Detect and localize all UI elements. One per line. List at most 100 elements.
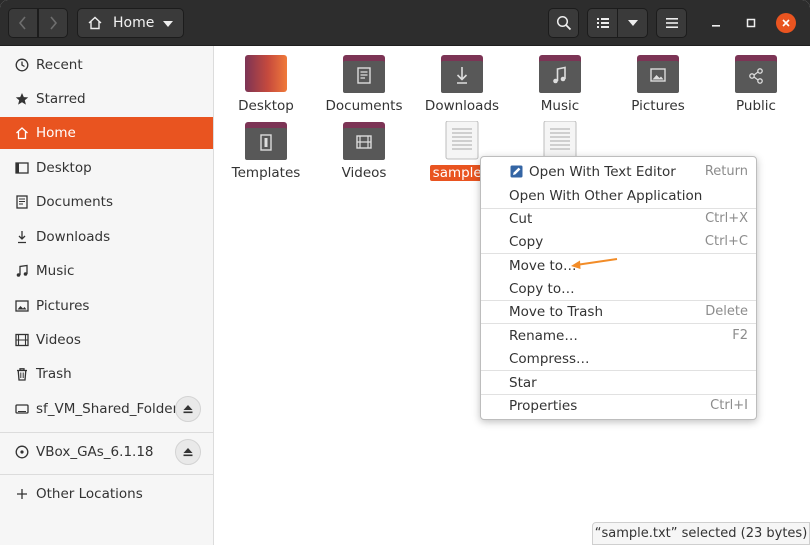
menu-item-copy-to[interactable]: Copy to…: [481, 277, 756, 300]
menu-item-rename[interactable]: Rename… F2: [481, 324, 756, 347]
sidebar-item-starred[interactable]: Starred: [0, 83, 213, 115]
main-menu-button[interactable]: [656, 8, 687, 38]
menu-item-label: Open With Text Editor: [529, 163, 676, 180]
sidebar-item-downloads[interactable]: Downloads: [0, 221, 213, 253]
sidebar-item-recent[interactable]: Recent: [0, 49, 213, 81]
sidebar-item-label: Trash: [36, 366, 72, 382]
menu-item-accel: Return: [704, 164, 748, 179]
sidebar-item-label: Home: [36, 125, 76, 141]
chevron-left-icon: [18, 16, 26, 30]
sidebar-item-shared-folder[interactable]: sf_VM_Shared_Folder: [0, 393, 213, 425]
maximize-icon: [746, 18, 756, 28]
chevron-down-icon: [163, 21, 173, 27]
menu-item-label: Star: [509, 374, 537, 391]
sidebar-separator: [0, 474, 213, 475]
file-item-downloads[interactable]: Downloads: [413, 54, 511, 116]
menu-item-accel: Ctrl+I: [710, 398, 748, 413]
view-options-button[interactable]: [617, 8, 648, 38]
file-label: Downloads: [424, 98, 500, 114]
file-item-music[interactable]: Music: [511, 54, 609, 116]
file-label: Music: [540, 98, 580, 114]
sidebar-separator: [0, 432, 213, 433]
videos-folder-icon: [342, 121, 386, 161]
clock-icon: [14, 57, 30, 73]
path-label: Home: [113, 15, 155, 31]
public-folder-icon: [734, 54, 778, 94]
file-label: Documents: [325, 98, 403, 114]
downloads-folder-icon: [440, 54, 484, 94]
sidebar-item-label: Documents: [36, 194, 113, 210]
sidebar-item-label: Starred: [36, 91, 86, 107]
eject-button[interactable]: [175, 396, 201, 422]
plus-icon: [14, 486, 30, 502]
menu-item-label: Copy to…: [509, 280, 575, 297]
file-label: Public: [736, 98, 776, 114]
path-bar-home-button[interactable]: Home: [77, 8, 184, 38]
sidebar-item-home[interactable]: Home: [0, 117, 213, 149]
home-icon: [88, 16, 102, 30]
eject-button[interactable]: [175, 439, 201, 465]
sidebar-item-documents[interactable]: Documents: [0, 186, 213, 218]
menu-item-label: Rename…: [509, 327, 578, 344]
file-item-videos[interactable]: Videos: [315, 121, 413, 183]
file-item-documents[interactable]: Documents: [315, 54, 413, 116]
menu-item-accel: Delete: [705, 304, 748, 319]
sidebar-item-label: Desktop: [36, 160, 92, 176]
menu-item-cut[interactable]: Cut Ctrl+X: [481, 207, 756, 230]
menu-item-star[interactable]: Star: [481, 371, 756, 394]
file-item-pictures[interactable]: Pictures: [609, 54, 707, 116]
chevron-right-icon: [50, 16, 58, 30]
sidebar-item-pictures[interactable]: Pictures: [0, 290, 213, 322]
home-icon: [14, 125, 30, 141]
places-sidebar: Recent Starred Home Desktop Documents Do…: [0, 46, 214, 545]
disc-icon: [14, 444, 30, 460]
sidebar-item-videos[interactable]: Videos: [0, 324, 213, 356]
sidebar-item-trash[interactable]: Trash: [0, 358, 213, 390]
sidebar-item-label: sf_VM_Shared_Folder: [36, 401, 179, 417]
menu-item-label: Cut: [509, 210, 533, 227]
music-folder-icon: [538, 54, 582, 94]
menu-item-copy[interactable]: Copy Ctrl+C: [481, 230, 756, 253]
download-icon: [14, 229, 30, 245]
minimize-icon: [712, 25, 720, 27]
menu-item-accel: Ctrl+X: [705, 211, 748, 226]
menu-item-properties[interactable]: Properties Ctrl+I: [481, 394, 756, 417]
menu-item-open-with-text-editor[interactable]: Open With Text Editor Return: [481, 160, 756, 183]
menu-item-label: Copy: [509, 233, 544, 250]
file-label: Desktop: [238, 98, 294, 114]
document-icon: [14, 194, 30, 210]
pictures-folder-icon: [636, 54, 680, 94]
text-file-icon: [440, 120, 484, 161]
minimize-button[interactable]: [706, 13, 726, 33]
sidebar-item-other-locations[interactable]: Other Locations: [0, 478, 213, 510]
sidebar-item-desktop[interactable]: Desktop: [0, 152, 213, 184]
menu-item-move-to-trash[interactable]: Move to Trash Delete: [481, 300, 756, 323]
file-label: Pictures: [631, 98, 685, 114]
sidebar-item-label: Music: [36, 263, 75, 279]
file-item-public[interactable]: Public: [707, 54, 805, 116]
file-item-desktop[interactable]: Desktop: [217, 54, 315, 116]
back-button[interactable]: [8, 8, 38, 38]
close-button[interactable]: [776, 13, 796, 33]
menu-item-open-with-other-application[interactable]: Open With Other Application: [481, 184, 756, 207]
trash-icon: [14, 366, 30, 382]
sidebar-item-label: Pictures: [36, 298, 90, 314]
sidebar-item-vbox-gas[interactable]: VBox_GAs_6.1.18: [0, 436, 213, 468]
file-label: Videos: [341, 165, 387, 181]
search-button[interactable]: [548, 8, 579, 38]
forward-button[interactable]: [38, 8, 68, 38]
eject-icon: [183, 405, 193, 414]
desktop-folder-icon: [244, 54, 288, 94]
annotation-arrow-icon: [571, 258, 618, 269]
templates-folder-icon: [244, 121, 288, 161]
sidebar-item-label: Downloads: [36, 229, 111, 245]
maximize-button[interactable]: [741, 13, 761, 33]
context-menu: Open With Text Editor Return Open With O…: [480, 156, 757, 420]
text-file-icon: [538, 120, 582, 161]
menu-item-compress[interactable]: Compress…: [481, 347, 756, 370]
sidebar-item-music[interactable]: Music: [0, 255, 213, 287]
file-item-templates[interactable]: Templates: [217, 121, 315, 183]
chevron-down-icon: [627, 20, 638, 26]
view-list-button[interactable]: [587, 8, 618, 38]
sidebar-item-label: Videos: [36, 332, 81, 348]
